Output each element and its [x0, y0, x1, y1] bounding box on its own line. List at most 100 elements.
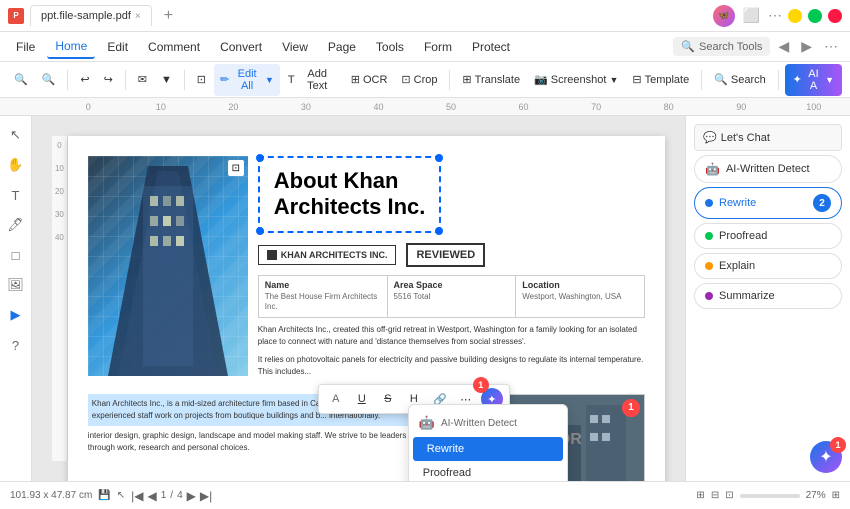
view-icon[interactable]: ⊟ [711, 490, 719, 501]
main-title-line1: About Khan [274, 168, 426, 194]
fit-icon[interactable]: ⊡ [725, 490, 733, 501]
explain-label: Explain [719, 260, 755, 272]
summarize-btn[interactable]: Summarize [694, 283, 842, 309]
context-menu-proofread[interactable]: Proofread [409, 461, 567, 481]
menu-comment[interactable]: Comment [140, 36, 208, 58]
sidebar-hand-icon[interactable]: ✋ [5, 154, 27, 176]
nav-forward[interactable]: ▶ [797, 38, 816, 55]
ai-sparkle-panel[interactable]: ✦ 1 [810, 441, 842, 473]
menu-convert[interactable]: Convert [212, 36, 270, 58]
add-tab-btn[interactable]: + [158, 7, 179, 25]
rewrite-btn[interactable]: Rewrite 2 [694, 187, 842, 219]
window-icon-1[interactable]: ⬜ [743, 7, 760, 24]
next-page-btn[interactable]: ▶ [187, 489, 196, 503]
menu-view[interactable]: View [274, 36, 316, 58]
save-icon[interactable]: 💾 [98, 490, 110, 501]
info-area-label: Area Space [394, 280, 510, 290]
text-icon: T [288, 74, 295, 86]
ai-icon: ✦ [793, 73, 802, 86]
menu-tools[interactable]: Tools [368, 36, 412, 58]
undo-btn[interactable]: ↩ [74, 69, 95, 90]
status-left: 101.93 x 47.87 cm 💾 ↖ |◀ ◀ 1 / 4 ▶ ▶| [10, 489, 688, 503]
ocr-btn[interactable]: ⊞ OCR [345, 69, 394, 90]
menu-file[interactable]: File [8, 36, 43, 58]
nav-more[interactable]: ⋯ [820, 38, 842, 55]
add-text-btn[interactable]: T Add Text [282, 64, 343, 96]
menu-page[interactable]: Page [320, 36, 364, 58]
more-btn[interactable]: ▼ [155, 70, 178, 90]
minimize-btn[interactable] [788, 9, 802, 23]
menu-home[interactable]: Home [47, 35, 95, 59]
nav-back[interactable]: ◀ [774, 38, 793, 55]
crop-icon: ⊡ [401, 73, 410, 86]
title-bar: P ppt.file-sample.pdf × + 🦋 ⬜ ⋯ [0, 0, 850, 32]
float-strikethrough-btn[interactable]: S [377, 388, 399, 410]
explain-btn[interactable]: Explain [694, 253, 842, 279]
sidebar-shape-icon[interactable]: □ [5, 244, 27, 266]
search-btn[interactable]: 🔍 Search [708, 69, 772, 90]
ai-btn[interactable]: ✦ AI A ▼ [785, 64, 842, 96]
sidebar-text-icon[interactable]: T [5, 184, 27, 206]
select-btn[interactable]: ⊡ [191, 69, 212, 90]
page-corner-icon[interactable]: ⊡ [228, 160, 244, 176]
screenshot-icon: 📷 [534, 73, 548, 86]
zoom-slider[interactable] [740, 494, 800, 498]
more-icon: ▼ [161, 74, 172, 86]
float-underline-btn[interactable]: U [351, 388, 373, 410]
screenshot-btn[interactable]: 📷 Screenshot ▼ [528, 69, 624, 90]
window-icon-2[interactable]: ⋯ [768, 7, 782, 24]
corner-dot-br [435, 227, 443, 235]
zoom-level: 27% [806, 490, 826, 501]
dropdown-icon: ▼ [265, 75, 274, 85]
info-location-cell: Location Westport, Washington, USA [516, 276, 644, 317]
zoom-in-btn[interactable]: 🔍 [36, 69, 62, 90]
context-menu-rewrite[interactable]: Rewrite [413, 437, 563, 461]
translate-icon: ⊞ [462, 73, 471, 86]
sidebar-expand-icon[interactable]: ▶ [5, 304, 27, 326]
sidebar-cursor-icon[interactable]: ↖ [5, 124, 27, 146]
template-btn[interactable]: ⊟ Template [626, 69, 695, 90]
close-btn[interactable] [828, 9, 842, 23]
last-page-btn[interactable]: ▶| [200, 489, 212, 503]
dot-proofread [705, 232, 713, 240]
email-btn[interactable]: ✉ [132, 69, 153, 90]
menu-edit[interactable]: Edit [99, 36, 136, 58]
tab-close-btn[interactable]: × [135, 11, 141, 22]
dot-rewrite [705, 199, 713, 207]
menu-form[interactable]: Form [416, 36, 460, 58]
sidebar-help-icon[interactable]: ? [5, 334, 27, 356]
menu-protect[interactable]: Protect [464, 36, 518, 58]
proofread-btn[interactable]: Proofread [694, 223, 842, 249]
maximize-btn[interactable] [808, 9, 822, 23]
info-location-label: Location [522, 280, 638, 290]
chat-btn[interactable]: 💬 Let's Chat [694, 124, 842, 151]
crop-btn[interactable]: ⊡ Crop [395, 69, 443, 90]
layout-icon[interactable]: ⊞ [696, 490, 704, 501]
edit-icon: ✏ [220, 73, 229, 86]
active-tab[interactable]: ppt.file-sample.pdf × [30, 5, 152, 26]
sidebar-annotation-icon[interactable]: 🖊 [5, 214, 27, 236]
body-text-2: It relies on photovoltaic panels for ele… [258, 354, 645, 378]
badge-1-toolbar: 1 [473, 377, 489, 393]
ai-detect-btn[interactable]: 🤖 AI-Written Detect [694, 155, 842, 183]
info-name-value: The Best House Firm Architects Inc. [265, 292, 381, 313]
search-tools[interactable]: 🔍 Search Tools [673, 37, 770, 56]
prev-page-btn[interactable]: ◀ [147, 489, 156, 503]
cursor-icon[interactable]: ↖ [117, 490, 125, 501]
float-font-btn[interactable]: A [325, 388, 347, 410]
info-name-cell: Name The Best House Firm Architects Inc. [259, 276, 388, 317]
user-avatar[interactable]: 🦋 [713, 5, 735, 27]
title-container: About Khan Architects Inc. [258, 156, 645, 243]
zoom-expand-icon[interactable]: ⊞ [832, 490, 840, 501]
translate-btn[interactable]: ⊞ Translate [456, 69, 526, 90]
edit-all-btn[interactable]: ✏ Edit All ▼ [214, 64, 280, 96]
first-page-btn[interactable]: |◀ [131, 489, 143, 503]
title-box: About Khan Architects Inc. [258, 156, 442, 233]
page-area: 0 10 20 30 40 [32, 116, 685, 481]
sidebar-image-icon[interactable]: 🖼 [5, 274, 27, 296]
zoom-out-btn[interactable]: 🔍 [8, 69, 34, 90]
ocr-icon: ⊞ [351, 73, 360, 86]
zoom-out-icon: 🔍 [14, 73, 28, 86]
redo-btn[interactable]: ↪ [98, 69, 119, 90]
ai-detect-label: AI-Written Detect [726, 163, 810, 175]
